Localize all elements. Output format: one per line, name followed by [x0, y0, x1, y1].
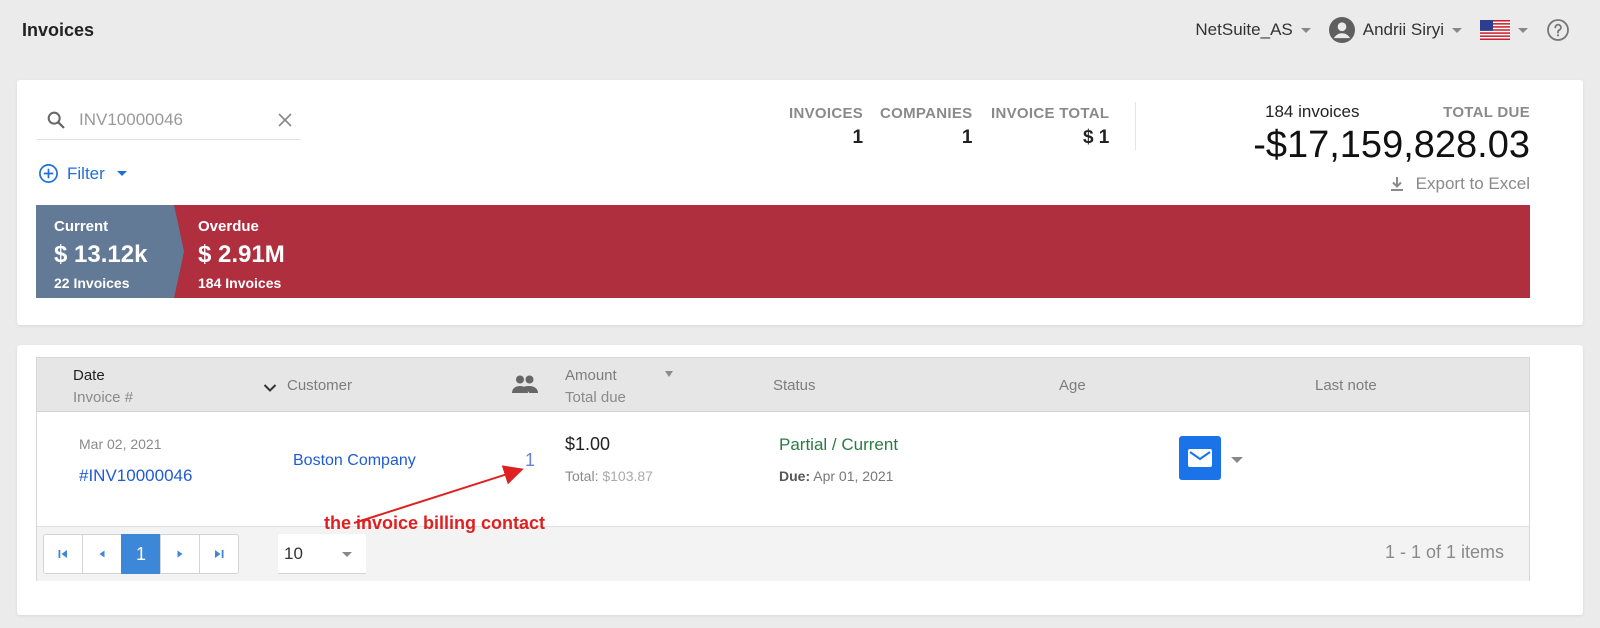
invoice-number-link[interactable]: #INV10000046 — [79, 466, 192, 486]
next-page-icon — [177, 550, 183, 558]
column-age[interactable]: Age — [1059, 377, 1086, 394]
aging-current[interactable]: Current $ 13.12k 22 Invoices — [54, 218, 147, 291]
mail-icon — [1188, 449, 1212, 467]
invoice-date: Mar 02, 2021 — [79, 436, 162, 452]
page-title: Invoices — [22, 20, 95, 40]
chevron-down-icon — [1300, 27, 1311, 33]
add-circle-icon — [39, 164, 58, 183]
total-value: $103.87 — [602, 468, 653, 484]
first-page-button[interactable] — [43, 534, 83, 574]
chevron-down-icon[interactable] — [263, 383, 277, 393]
export-label: Export to Excel — [1415, 174, 1530, 193]
chevron-down-icon — [116, 171, 127, 176]
column-date[interactable]: Date Invoice # — [73, 367, 133, 406]
send-email-button[interactable] — [1179, 436, 1221, 480]
close-icon[interactable] — [277, 112, 293, 128]
annotation-text: the invoice billing contact — [324, 513, 546, 533]
total-due-value: -$17,159,828.03 — [1253, 124, 1530, 166]
account-selector[interactable]: NetSuite_AS — [1195, 20, 1311, 40]
aging-overdue[interactable]: Overdue $ 2.91M 184 Invoices — [198, 218, 285, 291]
stat-label: INVOICE TOTAL — [991, 105, 1110, 122]
contacts-icon — [512, 375, 538, 393]
next-page-button[interactable] — [160, 534, 200, 574]
invoice-table-card: Date Invoice # Customer Amount Total due… — [17, 345, 1583, 615]
top-bar: Invoices NetSuite_AS Andrii Siryi — [0, 0, 1600, 60]
page-button-current[interactable]: 1 — [121, 534, 161, 574]
column-amount-label: Amount — [565, 367, 617, 384]
chevron-down-icon — [1452, 27, 1462, 33]
last-page-icon — [215, 550, 224, 558]
language-selector[interactable] — [1480, 20, 1528, 40]
prev-page-button[interactable] — [82, 534, 122, 574]
help-button[interactable] — [1546, 18, 1570, 42]
filter-button[interactable]: Filter — [38, 163, 127, 184]
total-due-label: TOTAL DUE — [1443, 104, 1530, 121]
user-avatar-icon — [1328, 17, 1355, 43]
total-label: Total: — [565, 468, 599, 484]
stat-value: 1 — [852, 127, 864, 148]
aging-current-count: 22 Invoices — [54, 275, 130, 291]
table-header: Date Invoice # Customer Amount Total due… — [37, 358, 1529, 412]
column-date-label: Date — [73, 367, 105, 384]
column-last-note[interactable]: Last note — [1315, 377, 1377, 394]
summary-card: Filter INVOICES 1 COMPANIES 1 INVOICE TO… — [17, 80, 1583, 325]
stat-invoices: INVOICES 1 — [789, 105, 863, 149]
export-excel-button[interactable]: Export to Excel — [1388, 174, 1530, 194]
stat-label: INVOICES — [789, 105, 864, 122]
search-icon — [47, 111, 65, 128]
search-input[interactable] — [79, 109, 259, 130]
due-date: Due: Apr 01, 2021 — [779, 468, 893, 484]
column-total-due-label: Total due — [565, 389, 626, 406]
column-amount[interactable]: Amount Total due — [565, 367, 626, 406]
page-size-select[interactable]: 10 — [278, 534, 366, 574]
search-box — [37, 100, 301, 140]
chevron-down-icon — [1518, 27, 1528, 33]
billing-contacts-count[interactable]: 1 — [525, 450, 535, 471]
first-page-icon — [58, 550, 67, 558]
us-flag-icon — [1480, 20, 1510, 40]
top-bar-actions: NetSuite_AS Andrii Siryi — [1187, 14, 1570, 46]
help-icon — [1547, 19, 1569, 41]
user-menu[interactable]: Andrii Siryi — [1328, 17, 1462, 43]
prev-page-icon — [99, 550, 105, 558]
stat-invoice-total: INVOICE TOTAL $ 1 — [991, 105, 1109, 149]
account-name: NetSuite_AS — [1195, 20, 1293, 39]
sort-down-icon[interactable] — [664, 370, 674, 378]
aging-overdue-label: Overdue — [198, 218, 259, 235]
stat-label: COMPANIES — [880, 105, 973, 122]
due-label: Due: — [779, 468, 811, 484]
customer-link[interactable]: Boston Company — [293, 452, 416, 470]
aging-overdue-amount: $ 2.91M — [198, 241, 285, 268]
download-icon — [1390, 177, 1403, 191]
pagination: 1 — [43, 534, 239, 574]
chevron-down-icon — [342, 552, 352, 557]
due-value: Apr 01, 2021 — [813, 468, 894, 484]
stat-value: $ 1 — [1082, 127, 1110, 148]
table-footer: 1 10 1 - 1 of 1 items — [37, 527, 1529, 581]
filter-label: Filter — [67, 163, 105, 183]
column-invoice-label: Invoice # — [73, 389, 134, 406]
items-info: 1 - 1 of 1 items — [1384, 542, 1504, 562]
user-name: Andrii Siryi — [1362, 20, 1444, 39]
stat-value: 1 — [961, 127, 973, 148]
table-row[interactable]: Mar 02, 2021 #INV10000046 Boston Company… — [37, 412, 1529, 527]
column-customer[interactable]: Customer — [287, 377, 352, 394]
invoice-amount: $1.00 — [565, 434, 611, 454]
divider — [1135, 102, 1136, 150]
page-size-value: 10 — [284, 543, 303, 563]
aging-overdue-count: 184 Invoices — [198, 275, 282, 291]
invoice-count: 184 invoices — [1265, 102, 1360, 121]
stat-companies: COMPANIES 1 — [880, 105, 972, 149]
column-status[interactable]: Status — [773, 377, 816, 394]
status-badge: Partial / Current — [779, 435, 899, 454]
aging-bar: Current $ 13.12k 22 Invoices Overdue $ 2… — [36, 205, 1530, 298]
last-page-button[interactable] — [199, 534, 239, 574]
invoice-table: Date Invoice # Customer Amount Total due… — [36, 357, 1530, 581]
invoice-total: Total: $103.87 — [565, 468, 653, 484]
aging-current-amount: $ 13.12k — [54, 241, 148, 268]
email-options-chevron-icon[interactable] — [1231, 457, 1243, 463]
aging-current-label: Current — [54, 218, 109, 235]
